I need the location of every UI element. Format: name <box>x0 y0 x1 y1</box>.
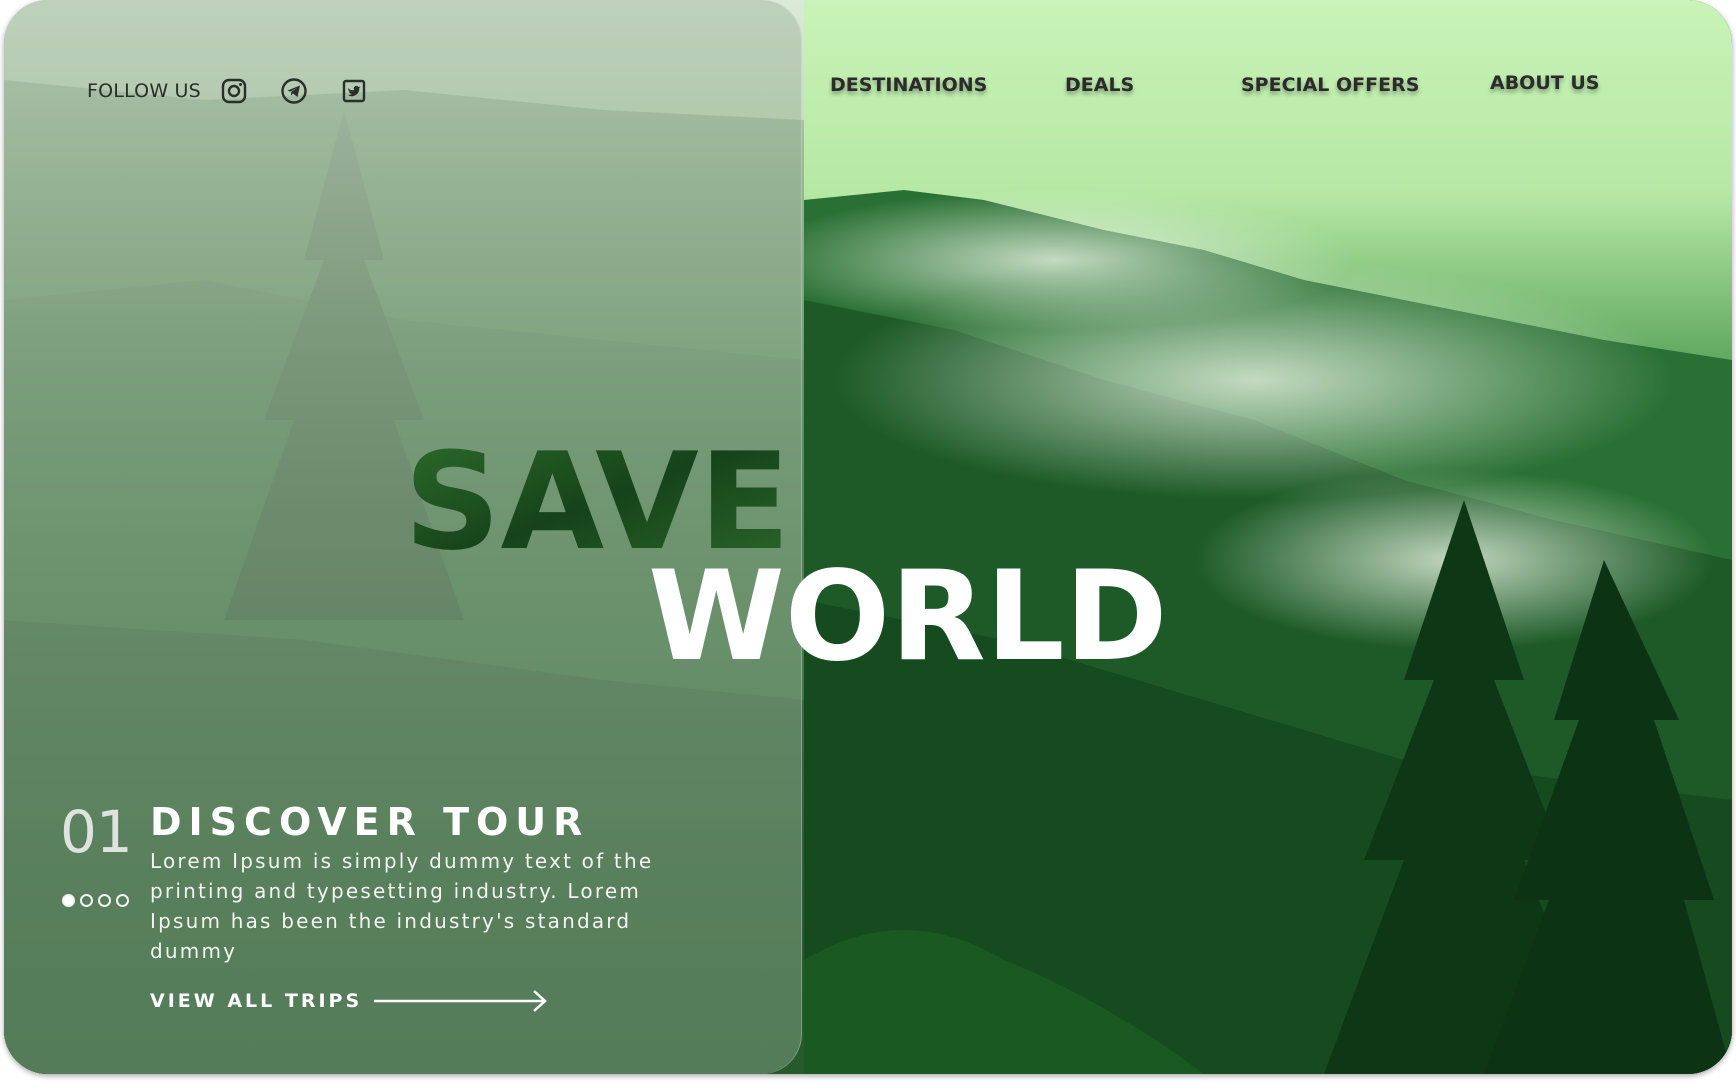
nav-item-special-offers[interactable]: SPECIAL OFFERS <box>1241 74 1419 96</box>
hero-card: FOLLOW US DESTINATIONS DEALS SPECIAL OFF… <box>4 0 1732 1074</box>
slide-pagination <box>62 894 134 907</box>
nav-item-deals[interactable]: DEALS <box>1065 74 1134 96</box>
slide-number: 01 <box>60 798 133 866</box>
slide-dot[interactable] <box>116 894 129 907</box>
instagram-icon[interactable] <box>219 76 249 106</box>
nav-item-destinations[interactable]: DESTINATIONS <box>830 74 987 96</box>
view-all-trips-link[interactable]: VIEW ALL TRIPS <box>150 988 550 1014</box>
nav-item-about-us[interactable]: ABOUT US <box>1490 72 1599 94</box>
arrow-right-icon <box>374 990 547 1012</box>
slide-dot-active[interactable] <box>62 894 75 907</box>
telegram-icon[interactable] <box>279 76 309 106</box>
view-all-trips-label: VIEW ALL TRIPS <box>150 990 363 1012</box>
twitter-icon[interactable] <box>339 76 369 106</box>
slide-dot[interactable] <box>80 894 93 907</box>
follow-us-label: FOLLOW US <box>87 80 201 102</box>
follow-us-bar: FOLLOW US <box>87 76 399 106</box>
tour-title: DISCOVER TOUR <box>150 800 590 844</box>
slide-dot[interactable] <box>98 894 111 907</box>
tour-description: Lorem Ipsum is simply dummy text of the … <box>150 849 654 963</box>
